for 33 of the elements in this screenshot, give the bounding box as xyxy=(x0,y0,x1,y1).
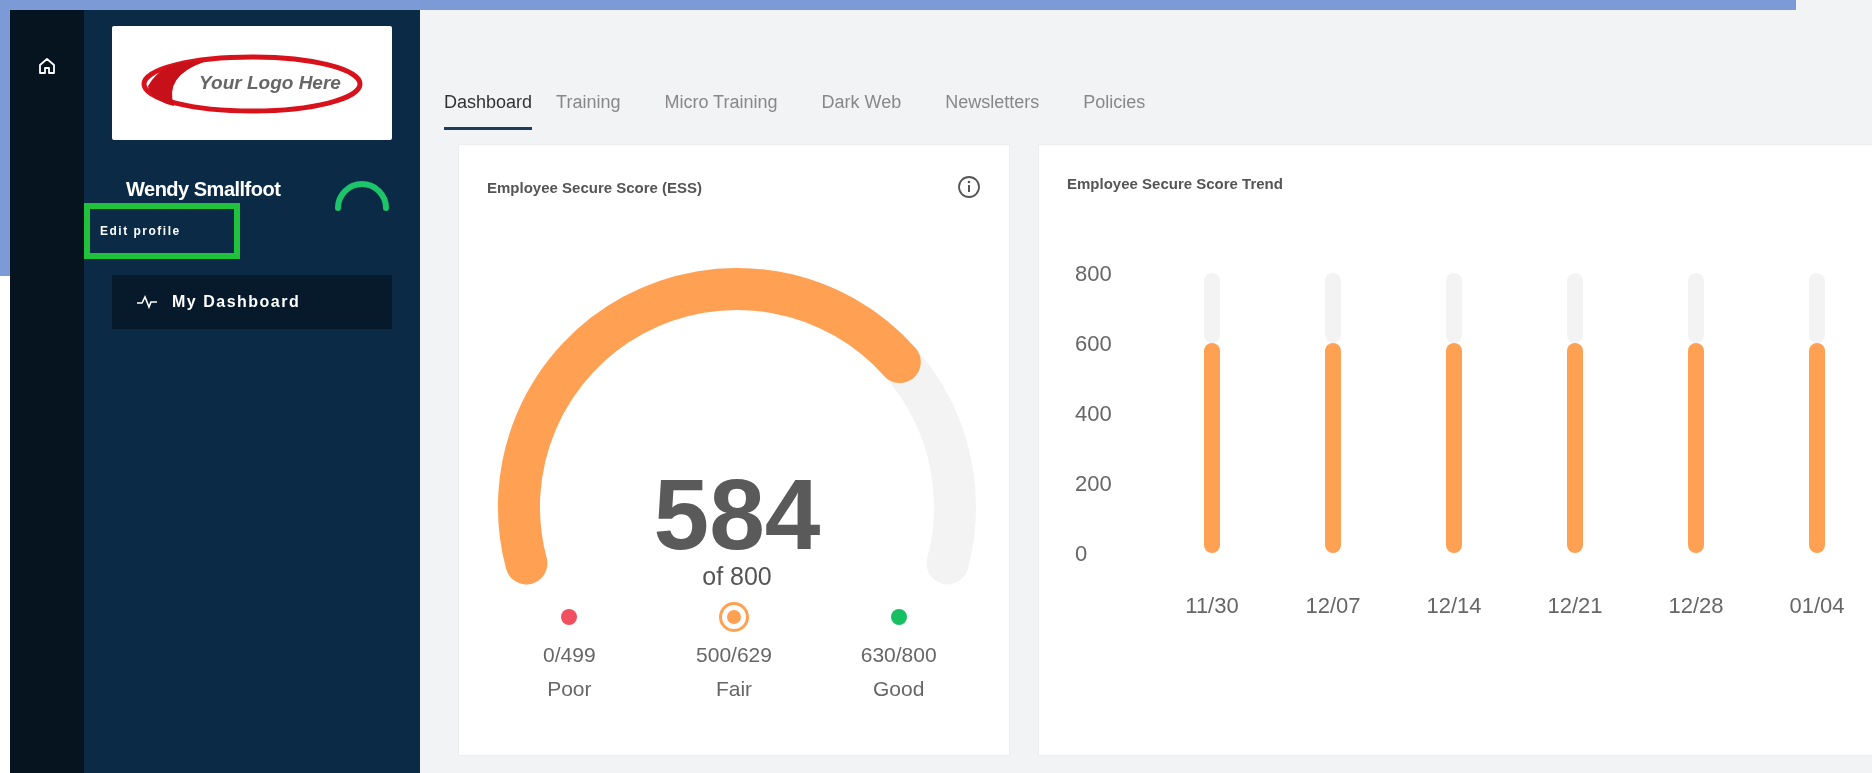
tab[interactable]: Dark Web xyxy=(821,84,922,130)
tab[interactable]: Training xyxy=(556,84,641,130)
nav-item[interactable]: My Dashboard xyxy=(112,275,392,329)
y-tick-label: 0 xyxy=(1075,541,1088,566)
edit-profile-link[interactable]: Edit profile xyxy=(100,224,181,238)
y-tick-label: 800 xyxy=(1075,261,1112,286)
range-value: 0/499 xyxy=(543,643,596,667)
home-icon[interactable] xyxy=(37,56,57,76)
y-tick-label: 600 xyxy=(1075,331,1112,356)
user-name: Wendy Smallfoot xyxy=(126,178,281,201)
progress-arc-icon xyxy=(332,178,392,212)
x-tick-label: 01/04 xyxy=(1789,593,1845,618)
tab[interactable]: Policies xyxy=(1083,84,1166,130)
info-icon[interactable] xyxy=(957,175,981,199)
pulse-icon xyxy=(136,295,158,309)
range-label: Poor xyxy=(547,677,592,701)
tab[interactable]: Dashboard xyxy=(444,84,533,130)
card-title: Employee Secure Score (ESS) xyxy=(487,178,703,196)
card-title: Employee Secure Score Trend xyxy=(1067,175,1283,192)
x-tick-label: 12/28 xyxy=(1668,593,1724,618)
range-value: 500/629 xyxy=(696,643,772,667)
x-tick-label: 11/30 xyxy=(1185,593,1239,618)
tab[interactable]: Newsletters xyxy=(945,84,1060,130)
logo-text: Your Logo Here xyxy=(199,72,341,94)
y-tick-label: 400 xyxy=(1075,401,1112,426)
range-label: Good xyxy=(872,677,925,701)
x-tick-label: 12/21 xyxy=(1547,593,1603,618)
x-tick-label: 12/14 xyxy=(1426,593,1482,618)
y-tick-label: 200 xyxy=(1075,471,1112,496)
tab[interactable]: Micro Training xyxy=(664,84,798,130)
x-tick-label: 12/07 xyxy=(1305,593,1361,618)
range-label: Fair xyxy=(715,677,753,701)
range-value: 630/800 xyxy=(860,643,937,667)
